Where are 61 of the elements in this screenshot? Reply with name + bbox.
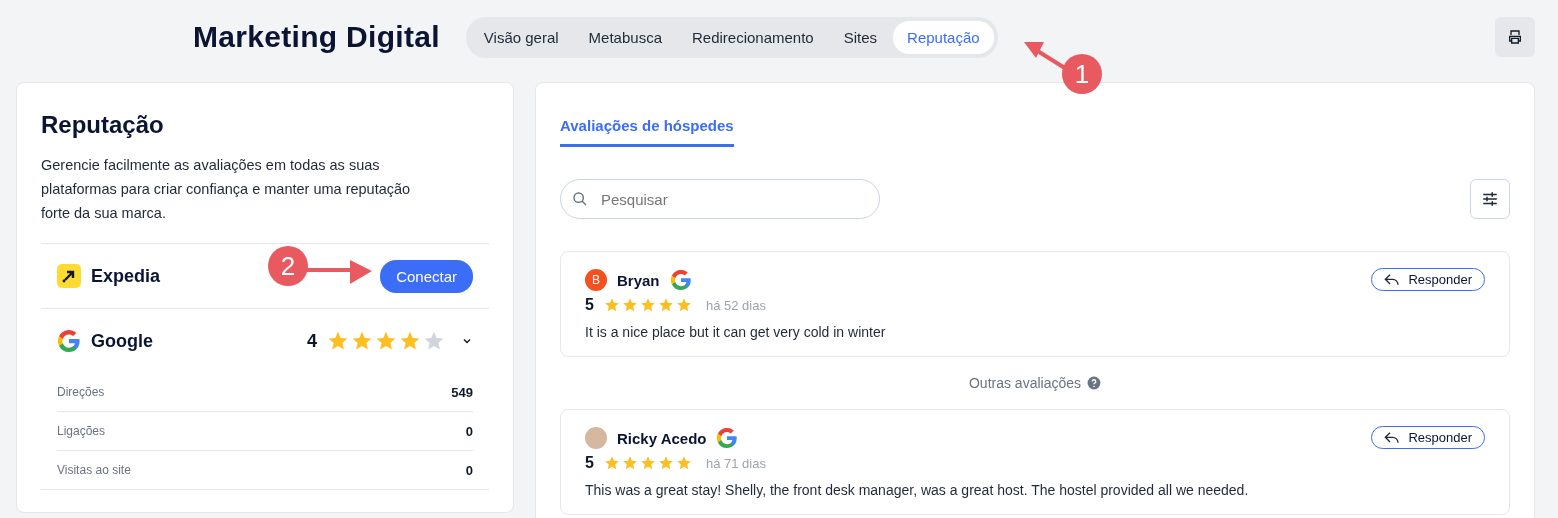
nav-tab[interactable]: Metabusca bbox=[574, 20, 676, 54]
google-logo-icon bbox=[57, 329, 81, 353]
review-age: há 71 dias bbox=[705, 455, 766, 471]
expedia-logo-icon bbox=[57, 264, 81, 288]
reviewer-name: Ricky Acedo bbox=[617, 429, 707, 447]
star-icon bbox=[603, 455, 620, 471]
review-age: há 52 dias bbox=[705, 297, 766, 313]
review-text: It is a nice place but it can get very cold in winter bbox=[585, 324, 887, 340]
star-icon bbox=[675, 455, 692, 471]
card-description: Gerencie facilmente as avaliações em todas as suas plataformas para criar confiança e manter uma reputação forte da sua marca. bbox=[41, 156, 412, 223]
search-field[interactable]: Pesquisar bbox=[560, 179, 880, 219]
review-rating: 5 bbox=[585, 454, 594, 472]
google-logo-icon bbox=[716, 427, 739, 449]
avatar: B bbox=[585, 269, 607, 291]
rating-value: 4 bbox=[307, 330, 317, 352]
sliders-icon bbox=[1481, 190, 1499, 208]
star-icon bbox=[675, 297, 692, 313]
star-icon bbox=[351, 330, 373, 352]
stat-value: 0 bbox=[465, 423, 473, 439]
star-icon bbox=[375, 330, 397, 352]
stat-value: 0 bbox=[465, 462, 473, 478]
star-icon bbox=[621, 297, 638, 313]
reviewer-name: Bryan bbox=[617, 271, 660, 289]
nav-tab[interactable]: Sites bbox=[829, 20, 892, 54]
reply-icon bbox=[1384, 272, 1401, 287]
star-icon bbox=[657, 455, 674, 471]
reply-button[interactable]: Responder bbox=[1371, 426, 1485, 449]
google-logo-icon bbox=[669, 269, 692, 291]
annotation-arrow bbox=[306, 258, 372, 286]
card-title: Reputação bbox=[41, 111, 165, 139]
star-icon bbox=[399, 330, 421, 352]
reply-button[interactable]: Responder bbox=[1371, 268, 1485, 291]
star-icon bbox=[327, 330, 349, 352]
connect-button[interactable]: Conectar bbox=[380, 259, 473, 293]
platform-name: Google bbox=[91, 330, 153, 352]
nav-tab[interactable]: Visão geral bbox=[469, 20, 573, 54]
platform-name: Expedia bbox=[91, 265, 161, 287]
filter-button[interactable] bbox=[1470, 179, 1510, 219]
stat-label: Direções bbox=[57, 385, 105, 399]
review-rating: 5 bbox=[585, 296, 594, 314]
page-title: Marketing Digital bbox=[193, 20, 440, 54]
reviews-tab[interactable]: Avaliações de hóspedes bbox=[560, 107, 734, 147]
print-icon bbox=[1507, 29, 1523, 45]
help-icon[interactable] bbox=[1087, 376, 1102, 390]
star-icon bbox=[657, 297, 674, 313]
stat-label: Visitas ao site bbox=[57, 463, 131, 477]
print-button[interactable] bbox=[1495, 17, 1535, 57]
other-reviews-label: Outras avaliações bbox=[968, 375, 1082, 391]
nav-tab[interactable]: Redirecionamento bbox=[677, 20, 828, 54]
star-icon bbox=[639, 297, 656, 313]
reply-icon bbox=[1384, 430, 1401, 445]
star-icon bbox=[621, 455, 638, 471]
annotation-badge: 1 bbox=[1062, 54, 1102, 94]
star-icon bbox=[603, 297, 620, 313]
nav-tab[interactable]: Reputação bbox=[893, 20, 994, 54]
stat-label: Ligações bbox=[57, 424, 106, 438]
review-text: This was a great stay! Shelly, the front desk manager, was a great host. The hostel provided all we needed. bbox=[585, 482, 1250, 498]
avatar bbox=[585, 427, 607, 449]
stat-value: 549 bbox=[451, 384, 473, 400]
star-icon bbox=[639, 455, 656, 471]
star-icon bbox=[423, 330, 445, 352]
